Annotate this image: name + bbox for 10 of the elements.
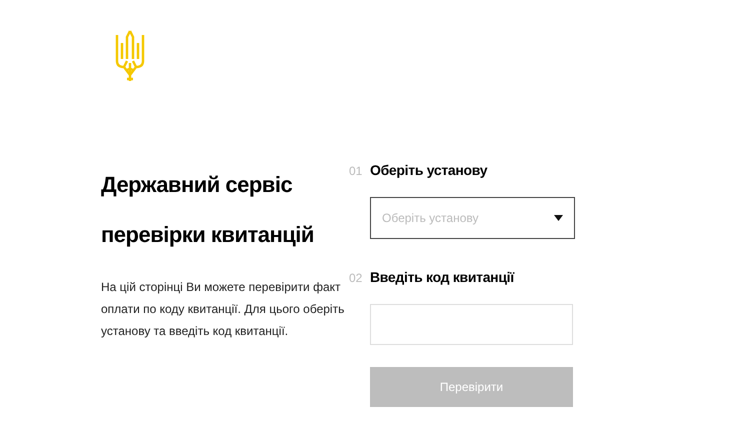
page-title: Державний сервіс перевірки квитанцій <box>101 171 315 249</box>
intro-text: На цій сторінці Ви можете перевірити факт оплати по коду квитанції. Для цього оберіть установу та введіть код квитанції. <box>101 279 346 340</box>
trident-icon <box>114 29 146 83</box>
step-number: 02 <box>349 270 363 287</box>
step-label: Оберіть установу <box>370 161 488 180</box>
dropdown-caret-icon <box>554 215 563 221</box>
step-label: Введіть код квитанції <box>370 268 514 287</box>
code-input-field[interactable] <box>370 304 573 345</box>
institution-select[interactable]: Оберіть установу <box>370 197 575 239</box>
step-number: 01 <box>349 163 363 180</box>
